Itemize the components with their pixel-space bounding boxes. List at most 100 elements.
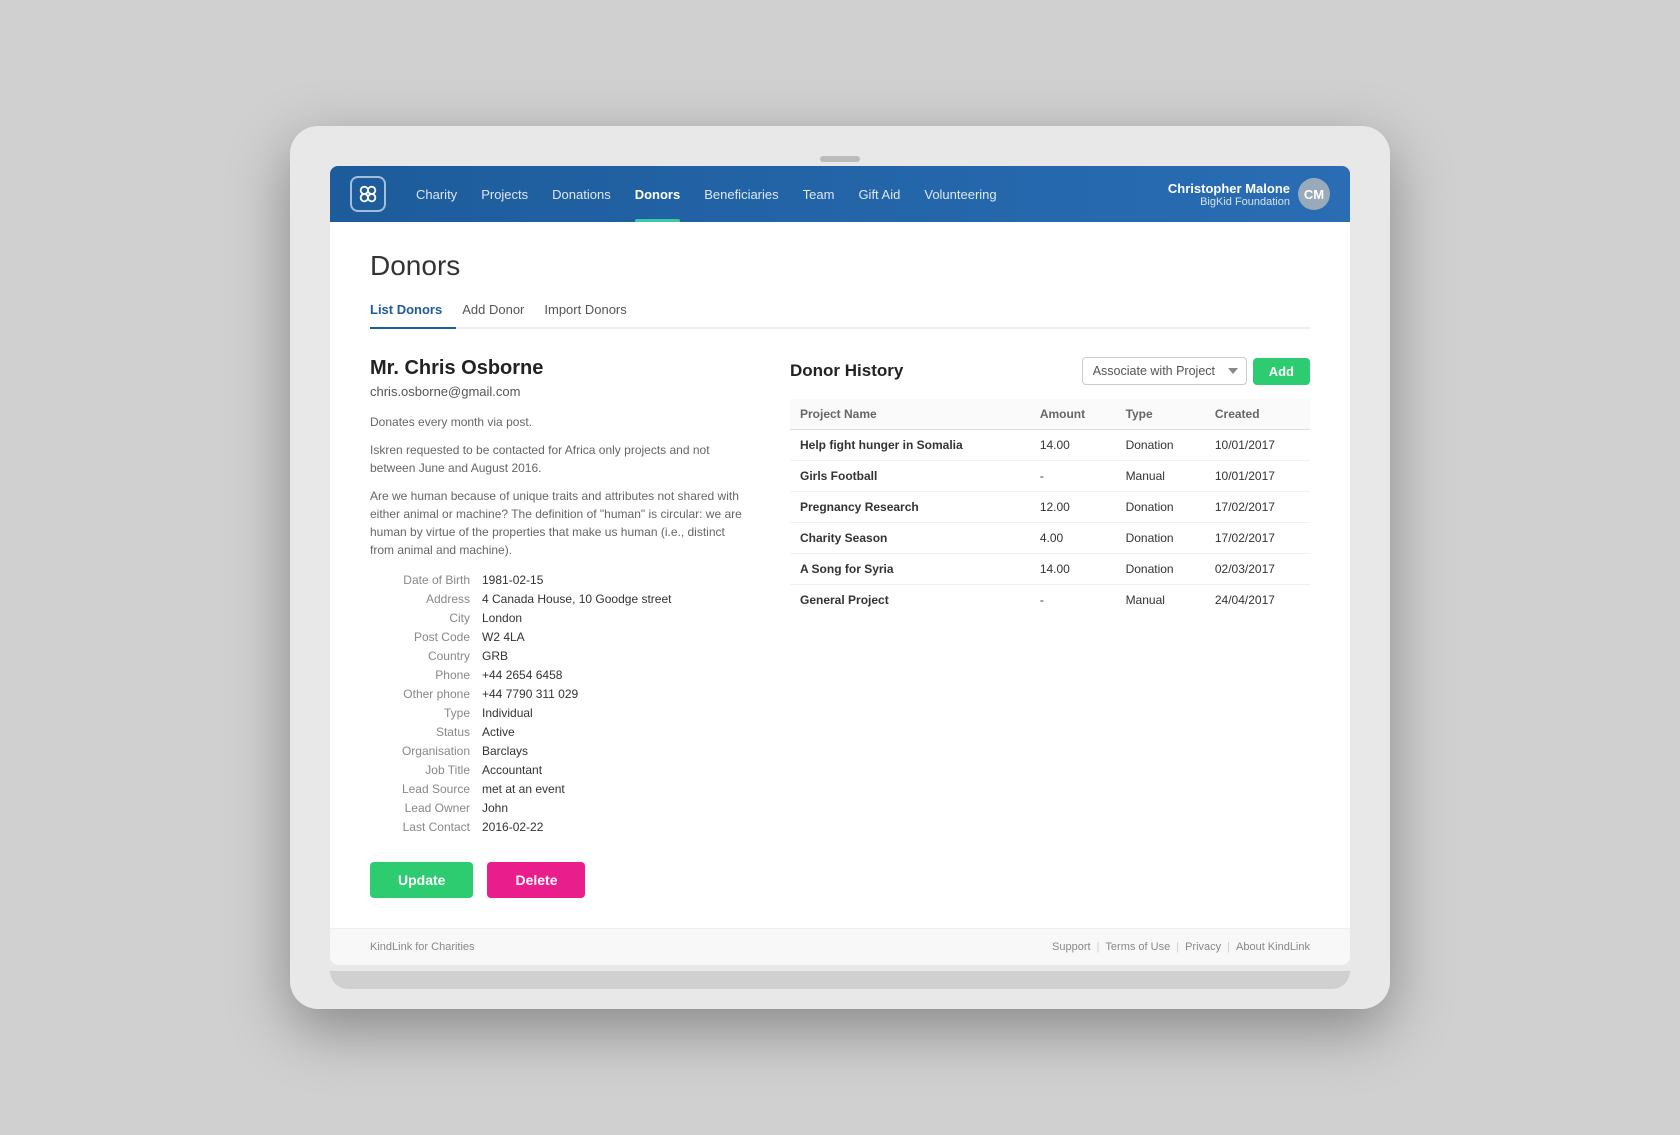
nav-link-donors[interactable]: Donors [623, 166, 693, 222]
nav-link-charity[interactable]: Charity [404, 166, 469, 222]
field-value-phone: +44 2654 6458 [482, 668, 750, 682]
main-content: Donors List DonorsAdd DonorImport Donors… [330, 222, 1350, 928]
type-cell: Donation [1116, 430, 1205, 461]
associate-project-select[interactable]: Associate with Project [1082, 357, 1247, 385]
type-cell: Donation [1116, 554, 1205, 585]
history-header: Donor History Associate with Project Add [790, 357, 1310, 385]
nav-link-donations[interactable]: Donations [540, 166, 623, 222]
type-cell: Manual [1116, 461, 1205, 492]
field-label-phone: Phone [370, 668, 470, 682]
donor-notes: Donates every month via post. Iskren requ… [370, 413, 750, 559]
created-cell: 17/02/2017 [1205, 492, 1310, 523]
field-label-status: Status [370, 725, 470, 739]
table-row: Charity Season4.00Donation17/02/2017 [790, 523, 1310, 554]
sub-nav-add-donor[interactable]: Add Donor [462, 296, 538, 327]
type-cell: Donation [1116, 492, 1205, 523]
user-org: BigKid Foundation [1168, 196, 1290, 208]
field-value-city: London [482, 611, 750, 625]
amount-cell: 14.00 [1030, 430, 1116, 461]
amount-cell: 14.00 [1030, 554, 1116, 585]
project-name-cell: Help fight hunger in Somalia [790, 430, 1030, 461]
footer-links: Support|Terms of Use|Privacy|About KindL… [1052, 941, 1310, 953]
field-value-address: 4 Canada House, 10 Goodge street [482, 592, 750, 606]
table-row: A Song for Syria14.00Donation02/03/2017 [790, 554, 1310, 585]
field-label-job-title: Job Title [370, 763, 470, 777]
field-value-type: Individual [482, 706, 750, 720]
avatar: CM [1298, 178, 1330, 210]
donor-right-panel: Donor History Associate with Project Add… [790, 357, 1310, 898]
field-value-other-phone: +44 7790 311 029 [482, 687, 750, 701]
footer-separator: | [1176, 941, 1179, 953]
field-value-lead-owner: John [482, 801, 750, 815]
type-cell: Donation [1116, 523, 1205, 554]
footer-link-privacy[interactable]: Privacy [1185, 941, 1221, 953]
table-body: Help fight hunger in Somalia14.00Donatio… [790, 430, 1310, 616]
project-name-cell: Charity Season [790, 523, 1030, 554]
table-head: Project NameAmountTypeCreated [790, 399, 1310, 430]
table-header-row: Project NameAmountTypeCreated [790, 399, 1310, 430]
footer-link-about-kindlink[interactable]: About KindLink [1236, 941, 1310, 953]
nav-link-volunteering[interactable]: Volunteering [912, 166, 1008, 222]
add-button[interactable]: Add [1253, 358, 1310, 385]
field-label-date-of-birth: Date of Birth [370, 573, 470, 587]
field-value-job-title: Accountant [482, 763, 750, 777]
donor-note: Are we human because of unique traits an… [370, 487, 750, 559]
field-label-lead-source: Lead Source [370, 782, 470, 796]
field-value-last-contact: 2016-02-22 [482, 820, 750, 834]
update-button[interactable]: Update [370, 862, 473, 898]
action-buttons: Update Delete [370, 862, 750, 898]
donor-layout: Mr. Chris Osborne chris.osborne@gmail.co… [370, 357, 1310, 898]
field-value-country: GRB [482, 649, 750, 663]
sub-nav-list-donors[interactable]: List Donors [370, 296, 456, 327]
field-label-address: Address [370, 592, 470, 606]
nav-link-projects[interactable]: Projects [469, 166, 540, 222]
field-label-type: Type [370, 706, 470, 720]
history-table: Project NameAmountTypeCreated Help fight… [790, 399, 1310, 615]
created-cell: 02/03/2017 [1205, 554, 1310, 585]
field-value-post-code: W2 4LA [482, 630, 750, 644]
footer-brand: KindLink for Charities [370, 941, 475, 953]
created-cell: 17/02/2017 [1205, 523, 1310, 554]
field-value-status: Active [482, 725, 750, 739]
amount-cell: - [1030, 461, 1116, 492]
navbar: CharityProjectsDonationsDonorsBeneficiar… [330, 166, 1350, 222]
nav-link-beneficiaries[interactable]: Beneficiaries [692, 166, 790, 222]
col-header-type: Type [1116, 399, 1205, 430]
field-label-organisation: Organisation [370, 744, 470, 758]
donor-note: Donates every month via post. [370, 413, 750, 431]
field-label-post-code: Post Code [370, 630, 470, 644]
delete-button[interactable]: Delete [487, 862, 585, 898]
type-cell: Manual [1116, 585, 1205, 616]
project-name-cell: General Project [790, 585, 1030, 616]
user-name: Christopher Malone [1168, 181, 1290, 196]
donor-email: chris.osborne@gmail.com [370, 384, 750, 399]
associate-row: Associate with Project Add [1082, 357, 1310, 385]
sub-nav-import-donors[interactable]: Import Donors [544, 296, 640, 327]
footer-link-terms-of-use[interactable]: Terms of Use [1105, 941, 1170, 953]
page-title: Donors [370, 250, 1310, 282]
field-label-city: City [370, 611, 470, 625]
created-cell: 10/01/2017 [1205, 461, 1310, 492]
field-value-lead-source: met at an event [482, 782, 750, 796]
created-cell: 10/01/2017 [1205, 430, 1310, 461]
donor-fields: Date of Birth 1981-02-15 Address 4 Canada H… [370, 573, 750, 834]
project-name-cell: A Song for Syria [790, 554, 1030, 585]
created-cell: 24/04/2017 [1205, 585, 1310, 616]
footer-link-support[interactable]: Support [1052, 941, 1091, 953]
nav-logo[interactable] [350, 176, 386, 212]
col-header-project-name: Project Name [790, 399, 1030, 430]
table-row: Pregnancy Research12.00Donation17/02/201… [790, 492, 1310, 523]
table-row: Girls Football-Manual10/01/2017 [790, 461, 1310, 492]
field-label-lead-owner: Lead Owner [370, 801, 470, 815]
field-value-organisation: Barclays [482, 744, 750, 758]
col-header-created: Created [1205, 399, 1310, 430]
footer: KindLink for Charities Support | Terms of … [330, 928, 1350, 965]
nav-link-team[interactable]: Team [791, 166, 847, 222]
footer-separator: | [1227, 941, 1230, 953]
field-value-date-of-birth: 1981-02-15 [482, 573, 750, 587]
project-name-cell: Pregnancy Research [790, 492, 1030, 523]
sub-nav: List DonorsAdd DonorImport Donors [370, 296, 1310, 329]
donor-note: Iskren requested to be contacted for Afr… [370, 441, 750, 477]
nav-link-gift aid[interactable]: Gift Aid [846, 166, 912, 222]
field-label-last-contact: Last Contact [370, 820, 470, 834]
